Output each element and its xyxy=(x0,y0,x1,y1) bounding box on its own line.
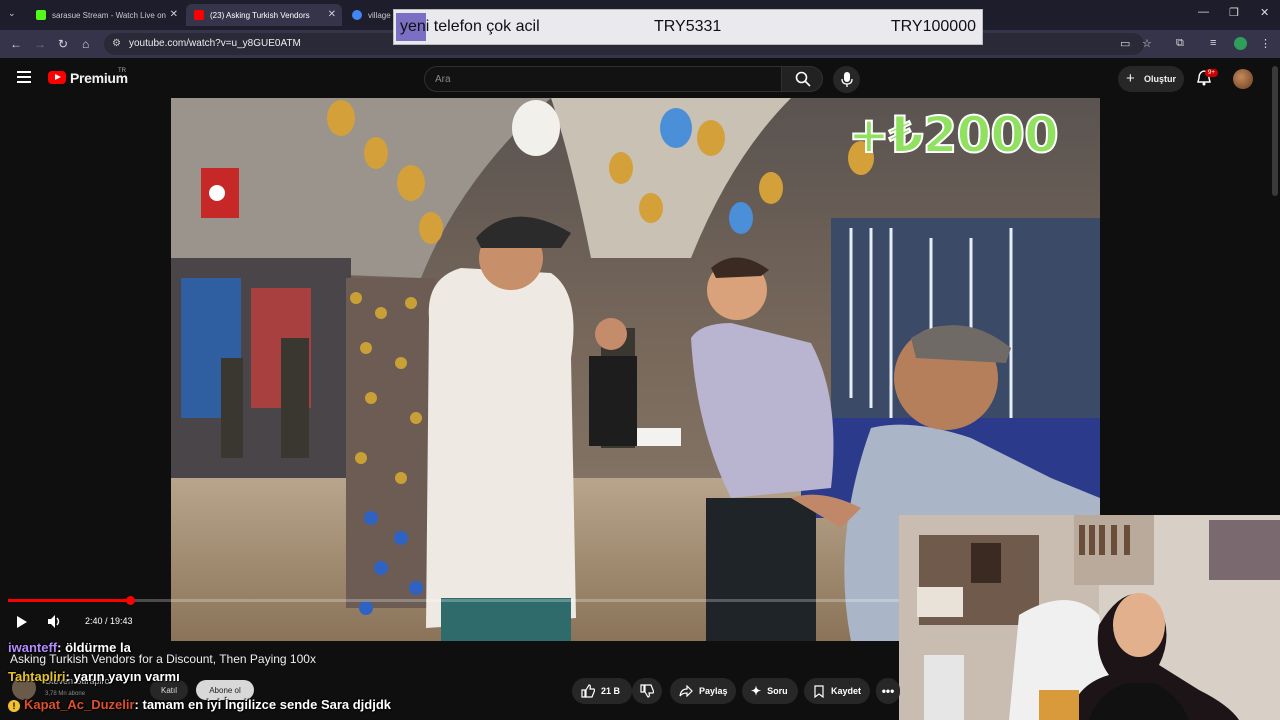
chat-message: iwanteff: öldürme la xyxy=(8,640,131,655)
tab-google-search[interactable]: village l xyxy=(344,4,392,26)
youtube-header: Premium TR Ara + Oluştur 9+ xyxy=(0,58,1280,98)
url-text: youtube.com/watch?v=u_y8GUE0ATM xyxy=(129,38,301,49)
share-button[interactable]: Paylaş xyxy=(670,678,736,704)
sparkle-icon: ✦ xyxy=(751,684,762,698)
progress-bar[interactable] xyxy=(8,599,900,602)
notification-count-badge: 9+ xyxy=(1205,69,1218,77)
voice-search-button[interactable] xyxy=(833,66,860,93)
save-button[interactable]: Kaydet xyxy=(804,678,870,704)
chat-text: : yarın yayın varmı xyxy=(65,669,180,684)
window-close-icon[interactable]: ✕ xyxy=(1260,6,1269,19)
join-label: Katıl xyxy=(160,685,177,695)
logo-country: TR xyxy=(118,68,126,74)
search-icon xyxy=(795,71,811,87)
chat-username: Kapat_Ac_Duzelir xyxy=(24,697,135,712)
kick-favicon-icon xyxy=(36,10,46,20)
tab-label: sarasue Stream - Watch Live on xyxy=(52,10,166,20)
reload-icon[interactable]: ↻ xyxy=(58,37,68,51)
youtube-logo-icon[interactable] xyxy=(48,71,66,84)
forward-icon[interactable]: → xyxy=(34,37,46,51)
time-display: 2:40 / 19:43 xyxy=(85,616,133,626)
create-label: Oluştur xyxy=(1144,74,1177,84)
maximize-icon[interactable]: ❐ xyxy=(1229,6,1239,19)
chat-text: : öldürme la xyxy=(57,640,131,655)
chat-message: Tahtapliri: yarın yayın varmı xyxy=(8,669,180,684)
streamer-webcam xyxy=(899,515,1280,720)
search-placeholder: Ara xyxy=(435,74,451,85)
moderator-badge-icon: ! xyxy=(8,700,20,712)
bookmark-star-icon[interactable]: ☆ xyxy=(1142,37,1152,50)
subscribe-label: Abone ol xyxy=(209,685,241,695)
play-icon[interactable] xyxy=(16,616,28,628)
page-scrollbar[interactable] xyxy=(1272,66,1278,196)
donation-goal-bar: yeni telefon çok acil TRY5331 TRY100000 xyxy=(393,9,983,45)
chat-message: ! Kapat_Ac_Duzelir: tamam en iyi İngilizc… xyxy=(8,697,391,712)
volume-icon[interactable] xyxy=(48,615,62,628)
donation-goal: TRY100000 xyxy=(890,18,976,35)
share-icon xyxy=(679,685,693,697)
tab-search-icon[interactable]: ⌄ xyxy=(8,8,16,19)
media-control-icon[interactable]: ≡ xyxy=(1210,37,1216,49)
minimize-icon[interactable]: — xyxy=(1198,6,1209,18)
account-avatar[interactable] xyxy=(1233,69,1253,89)
progress-scrubber[interactable] xyxy=(126,596,136,605)
close-icon[interactable]: ✕ xyxy=(328,9,336,20)
back-icon[interactable]: ← xyxy=(10,37,22,51)
like-count: 21 B xyxy=(601,686,621,696)
like-button[interactable]: 21 B xyxy=(572,678,632,704)
search-input[interactable]: Ara xyxy=(424,66,782,92)
chat-text: : tamam en iyi İngilizce sende Sara djdj… xyxy=(134,697,392,712)
more-horizontal-icon: ••• xyxy=(881,684,895,698)
google-favicon-icon xyxy=(352,10,362,20)
plus-icon: + xyxy=(1126,70,1135,87)
thumbs-down-icon xyxy=(640,684,654,698)
tab-kick-stream[interactable]: sarasue Stream - Watch Live on ✕ xyxy=(28,4,184,26)
youtube-favicon-icon xyxy=(194,10,204,20)
donation-current: TRY5331 xyxy=(654,18,722,35)
tab-label: (23) Asking Turkish Vendors xyxy=(210,10,310,20)
progress-bar-played xyxy=(8,599,131,602)
donation-message: yeni telefon çok acil xyxy=(400,18,540,35)
home-icon[interactable]: ⌂ xyxy=(82,37,89,51)
bookmark-icon xyxy=(814,684,824,698)
hamburger-menu-icon[interactable] xyxy=(17,71,31,86)
extensions-icon[interactable]: ⧉ xyxy=(1176,37,1184,50)
search-button[interactable] xyxy=(781,66,823,92)
profile-icon[interactable] xyxy=(1234,37,1247,50)
cast-icon[interactable]: ▭ xyxy=(1120,37,1130,50)
close-icon[interactable]: ✕ xyxy=(170,9,178,20)
dislike-button[interactable] xyxy=(632,678,662,704)
site-info-icon[interactable]: ⚙ xyxy=(112,38,121,49)
microphone-icon xyxy=(841,72,853,87)
share-label: Paylaş xyxy=(699,686,728,696)
save-label: Kaydet xyxy=(831,686,862,696)
create-button[interactable]: + Oluştur xyxy=(1118,66,1184,92)
webcam-scene xyxy=(899,515,1280,720)
ask-label: Soru xyxy=(767,686,788,696)
menu-kebab-icon[interactable]: ⋮ xyxy=(1260,37,1271,50)
video-overlay-amount: +₺2000 xyxy=(847,105,1060,165)
more-actions-button[interactable]: ••• xyxy=(876,678,900,704)
thumbs-up-icon xyxy=(581,684,595,698)
chat-username: Tahtapliri xyxy=(8,669,66,684)
tab-label: village l xyxy=(368,10,392,20)
ask-button[interactable]: ✦ Soru xyxy=(742,678,798,704)
tab-youtube-video[interactable]: (23) Asking Turkish Vendors ✕ xyxy=(186,4,342,26)
chat-username: iwanteff xyxy=(8,640,58,655)
